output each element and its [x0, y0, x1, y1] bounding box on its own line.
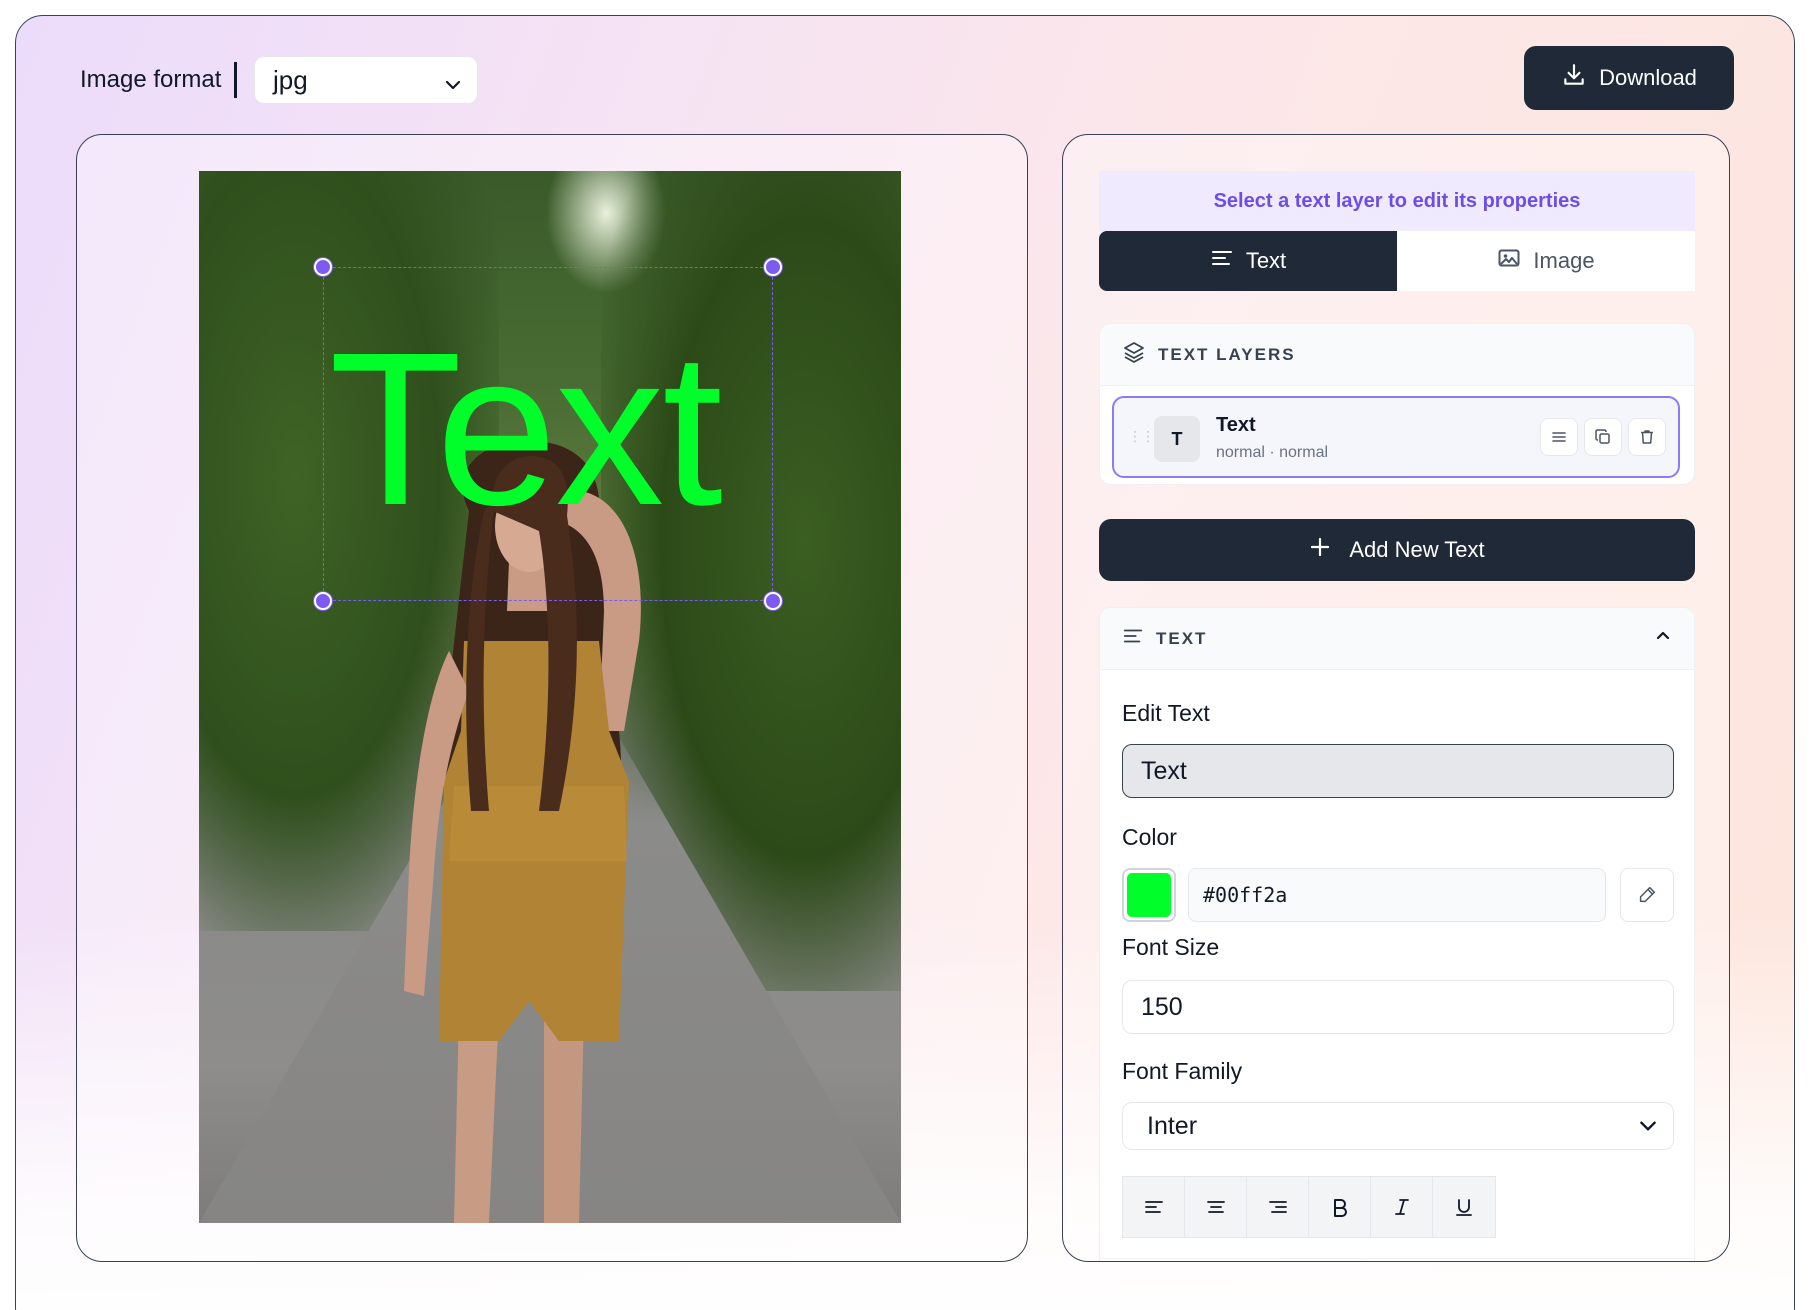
text-properties-title: TEXT [1156, 628, 1208, 648]
text-layers-title: TEXT LAYERS [1158, 344, 1296, 364]
layer-type-badge: T [1154, 416, 1200, 462]
layer-actions [1540, 418, 1666, 456]
underline-icon [1456, 1199, 1472, 1216]
chevron-down-icon [443, 71, 463, 102]
format-divider [234, 62, 237, 98]
font-family-select[interactable]: Inter [1122, 1102, 1674, 1150]
layers-icon [1122, 340, 1146, 369]
photo-canvas[interactable]: Text [199, 171, 901, 1223]
eyedropper-button[interactable] [1620, 868, 1674, 922]
text-properties-card: TEXT Edit Text Text Color #00ff2a Font S… [1099, 607, 1696, 1261]
underline-button[interactable] [1433, 1177, 1495, 1237]
resize-handle-bottom-right[interactable] [764, 592, 782, 610]
selection-box[interactable] [314, 258, 782, 610]
delete-layer-button[interactable] [1628, 418, 1666, 456]
image-icon [1497, 246, 1521, 276]
align-right-icon [1268, 1201, 1287, 1213]
text-lines-icon [1210, 246, 1234, 276]
app-window: Image format jpg Download Text Select a … [15, 15, 1795, 1310]
italic-icon [1394, 1199, 1409, 1215]
image-format-value: jpg [273, 64, 308, 95]
chevron-down-icon [1637, 1115, 1659, 1144]
plus-icon [1309, 536, 1331, 564]
chevron-up-icon[interactable] [1654, 627, 1672, 650]
bold-icon [1333, 1199, 1347, 1217]
resize-handle-bottom-left[interactable] [314, 592, 332, 610]
download-button[interactable]: Download [1524, 46, 1734, 110]
list-item[interactable]: ⋮⋮ T Text normal · normal [1112, 396, 1680, 478]
tab-text-label: Text [1245, 248, 1287, 273]
format-toolbar [1122, 1176, 1496, 1238]
trash-icon [1641, 430, 1653, 444]
align-left-icon [1144, 1201, 1163, 1213]
props-divider [1100, 1258, 1696, 1259]
canvas-panel: Text [76, 134, 1028, 1262]
tab-image-label: Image [1533, 248, 1595, 273]
text-lines-icon [1122, 625, 1144, 652]
font-family-label: Font Family [1122, 1058, 1243, 1084]
resize-handle-top-left[interactable] [314, 258, 332, 276]
add-new-text-label: Add New Text [1349, 537, 1485, 562]
eyedropper-icon [1639, 886, 1656, 903]
layer-menu-button[interactable] [1540, 418, 1578, 456]
resize-handle-top-right[interactable] [764, 258, 782, 276]
download-label: Download [1599, 65, 1697, 90]
edit-text-label: Edit Text [1122, 700, 1210, 726]
text-layers-header: TEXT LAYERS [1100, 324, 1694, 386]
drag-handle-icon[interactable]: ⋮⋮ [1128, 428, 1155, 445]
layer-name: Text [1216, 414, 1256, 436]
text-properties-header[interactable]: TEXT [1100, 608, 1694, 670]
font-size-label: Font Size [1122, 934, 1220, 960]
image-format-select[interactable]: jpg [254, 56, 478, 104]
copy-icon [1595, 429, 1610, 444]
layer-meta: normal · normal [1216, 444, 1329, 461]
add-new-text-button[interactable]: Add New Text [1099, 519, 1695, 581]
align-center-button[interactable] [1185, 1177, 1247, 1237]
properties-panel: Select a text layer to edit its properti… [1062, 134, 1730, 1262]
edit-text-input[interactable]: Text [1122, 744, 1674, 798]
font-size-input[interactable]: 150 [1122, 980, 1674, 1034]
duplicate-layer-button[interactable] [1584, 418, 1622, 456]
color-label: Color [1122, 824, 1177, 850]
download-icon [1561, 62, 1587, 94]
align-center-icon [1206, 1201, 1225, 1213]
align-left-button[interactable] [1123, 1177, 1185, 1237]
color-hex-input[interactable]: #00ff2a [1188, 868, 1606, 922]
align-right-button[interactable] [1247, 1177, 1309, 1237]
bold-button[interactable] [1309, 1177, 1371, 1237]
menu-icon [1552, 432, 1566, 442]
tab-image[interactable]: Image [1397, 231, 1695, 291]
italic-button[interactable] [1371, 1177, 1433, 1237]
color-swatch-fill [1127, 873, 1171, 917]
text-layers-card: TEXT LAYERS ⋮⋮ T Text normal · normal [1099, 323, 1695, 485]
tab-text[interactable]: Text [1099, 231, 1397, 291]
mode-tabs: Text Image [1099, 231, 1695, 291]
image-format-label: Image format [80, 66, 222, 93]
edit-hint: Select a text layer to edit its properti… [1099, 171, 1695, 231]
font-family-value: Inter [1147, 1111, 1198, 1140]
color-swatch[interactable] [1122, 868, 1176, 922]
